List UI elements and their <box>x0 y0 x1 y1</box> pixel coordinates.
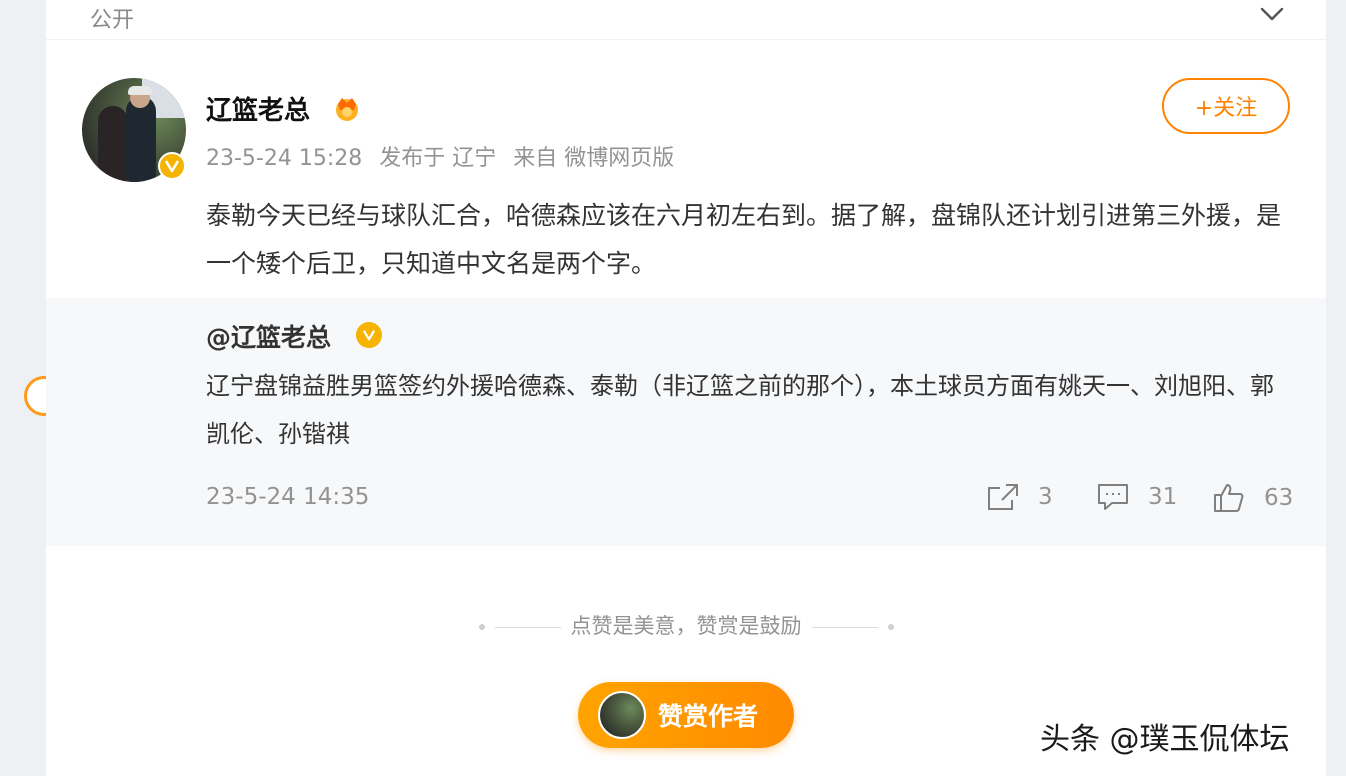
reward-button-label: 赞赏作者 <box>658 702 759 731</box>
weibo-post-card: 公开 辽篮老总 +关注 23-5-24 15:28 发布于 辽宁 来自 微博网页… <box>24 0 1326 776</box>
post-time[interactable]: 23-5-24 15:28 <box>206 146 362 171</box>
reward-avatar <box>598 691 646 739</box>
reposted-content[interactable]: @辽篮老总 辽宁盘锦益胜男篮签约外援哈德森、泰勒（非辽篮之前的那个），本土球员方… <box>46 298 1326 546</box>
share-icon <box>988 484 1018 510</box>
thumbs-up-icon <box>1214 484 1244 512</box>
watermark: 头条 @璞玉侃体坛 <box>1040 722 1290 757</box>
post-meta: 23-5-24 15:28 发布于 辽宁 来自 微博网页版 <box>206 140 684 172</box>
divider-dot <box>478 624 485 630</box>
post-location: 发布于 辽宁 <box>379 146 497 171</box>
vip-crown-icon <box>336 98 358 121</box>
post-source: 来自 微博网页版 <box>513 146 675 171</box>
repost-text: 辽宁盘锦益胜男篮签约外援哈德森、泰勒（非辽篮之前的那个），本土球员方面有姚天一、… <box>206 372 1274 448</box>
repost-time[interactable]: 23-5-24 14:35 <box>206 484 369 510</box>
repost-verified-badge-icon <box>356 322 382 348</box>
comment-icon <box>1098 484 1128 510</box>
author-name[interactable]: 辽篮老总 <box>206 90 310 127</box>
visibility-label: 公开 <box>90 8 135 33</box>
repost-stat[interactable]: 3 <box>986 482 1053 512</box>
follow-button[interactable]: +关注 <box>1162 78 1290 134</box>
comment-count: 31 <box>1148 484 1178 510</box>
repost-author[interactable]: @辽篮老总 <box>206 318 331 354</box>
reward-tip-text: 点赞是美意，赞赏是鼓励 <box>570 614 802 638</box>
verified-badge-icon <box>158 152 186 180</box>
post-header-strip: 公开 <box>46 0 1326 40</box>
like-stat[interactable]: 63 <box>1212 482 1293 514</box>
divider-dot <box>887 624 894 630</box>
divider-line <box>494 626 561 628</box>
like-count: 63 <box>1264 485 1294 511</box>
repost-count: 3 <box>1038 484 1053 510</box>
chevron-down-icon[interactable] <box>1258 0 1286 28</box>
divider-line <box>811 626 878 628</box>
post-text: 泰勒今天已经与球队汇合，哈德森应该在六月初左右到。据了解，盘锦队还计划引进第三外… <box>206 201 1282 278</box>
reward-tip: 点赞是美意，赞赏是鼓励 <box>46 610 1326 640</box>
reward-author-button[interactable]: 赞赏作者 <box>578 682 794 748</box>
comment-stat[interactable]: 31 <box>1096 482 1177 512</box>
